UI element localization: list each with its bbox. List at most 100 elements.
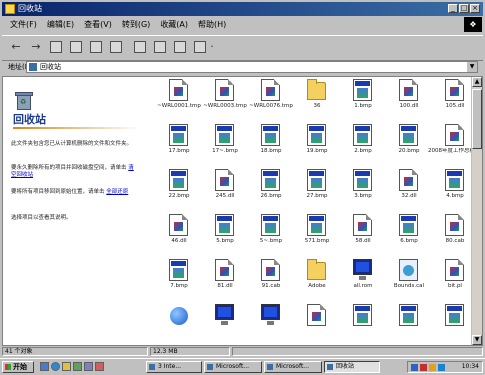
up-button[interactable] xyxy=(48,39,64,56)
pane-description: 此文件夹包含您已从计算机删除的文件和文件夹。 xyxy=(11,141,133,147)
bitmap-file-icon xyxy=(261,124,280,146)
close-button[interactable]: × xyxy=(470,4,480,13)
menu-view[interactable]: 查看(V) xyxy=(84,18,112,32)
address-field[interactable]: 回收站 ▼ xyxy=(26,61,478,73)
task-button-3[interactable]: Microsoft... xyxy=(264,361,322,373)
document-icon xyxy=(215,259,234,281)
scroll-up-button[interactable]: ▲ xyxy=(472,77,482,87)
document-icon xyxy=(399,169,418,191)
file-item[interactable] xyxy=(201,304,249,345)
status-size: 12.3 MB xyxy=(150,347,230,356)
bitmap-file-icon xyxy=(445,304,464,326)
pane-empty-text: 要永久删除所有的项目并回收磁盘空间，请单击 xyxy=(11,165,127,171)
tray-volume-icon[interactable] xyxy=(438,364,445,371)
folder-view: ♻ 回收站 此文件夹包含您已从计算机删除的文件和文件夹。 要永久删除所有的项目并… xyxy=(2,76,483,346)
minimize-button[interactable]: _ xyxy=(448,4,458,13)
file-item[interactable] xyxy=(293,304,341,345)
address-value: 回收站 xyxy=(40,63,61,71)
bitmap-file-icon xyxy=(353,169,372,191)
menu-edit[interactable]: 编辑(E) xyxy=(47,18,74,32)
menu-help[interactable]: 帮助(H) xyxy=(198,18,226,32)
views-button[interactable] xyxy=(192,39,208,56)
folder-icon xyxy=(307,259,326,280)
task-button-1[interactable]: 3 Inte... xyxy=(146,361,202,373)
back-button[interactable]: ← xyxy=(8,39,24,56)
bitmap-file-icon xyxy=(399,214,418,236)
bitmap-file-icon xyxy=(169,259,188,281)
views-dropdown[interactable]: · xyxy=(208,39,216,56)
task-button-recycle-bin[interactable]: 回收站 xyxy=(324,361,380,373)
bitmap-file-icon xyxy=(307,124,326,146)
bitmap-file-icon xyxy=(215,214,234,236)
bitmap-file-icon xyxy=(399,124,418,146)
bitmap-file-icon xyxy=(353,304,372,326)
document-icon xyxy=(169,79,188,101)
start-button[interactable]: 开始 xyxy=(2,361,34,373)
address-dropdown-button[interactable]: ▼ xyxy=(467,62,477,72)
bitmap-file-icon xyxy=(261,214,280,236)
paste-icon xyxy=(110,41,122,53)
delete-button[interactable] xyxy=(152,39,168,56)
undo-icon xyxy=(134,41,146,53)
recycle-bin-large-icon: ♻ xyxy=(13,89,35,111)
monitor-icon xyxy=(261,304,280,325)
quicklaunch-ie-icon[interactable] xyxy=(51,362,60,371)
globe-icon xyxy=(170,307,188,325)
tray-ime-icon[interactable] xyxy=(429,364,436,371)
file-item[interactable] xyxy=(155,304,203,345)
folder-icon xyxy=(307,79,326,100)
monitor-icon xyxy=(353,259,372,280)
bitmap-file-icon xyxy=(169,169,188,191)
tray-antivirus-icon[interactable] xyxy=(420,364,427,371)
properties-button[interactable] xyxy=(172,39,188,56)
quicklaunch-media-icon[interactable] xyxy=(84,362,93,371)
tray-network-icon[interactable] xyxy=(411,364,418,371)
recycle-bin-small-icon xyxy=(29,63,37,71)
pane-divider xyxy=(13,127,141,129)
document-icon xyxy=(399,79,418,101)
title-bar: 回收站 _ □ × xyxy=(2,2,483,16)
menu-favorites[interactable]: 收藏(A) xyxy=(160,18,188,32)
quicklaunch-app-icon[interactable] xyxy=(73,362,82,371)
copy-button[interactable] xyxy=(88,39,104,56)
tray-clock: 10:34 xyxy=(461,363,479,370)
paste-button[interactable] xyxy=(108,39,124,56)
restore-all-link[interactable]: 全部还原 xyxy=(106,189,128,195)
recycle-bin-icon xyxy=(5,4,15,14)
status-bar: 41 个对象 12.3 MB xyxy=(2,347,483,357)
forward-button[interactable]: → xyxy=(28,39,44,56)
file-item[interactable] xyxy=(385,304,433,345)
file-item[interactable] xyxy=(339,304,387,345)
menu-go[interactable]: 转到(G) xyxy=(122,18,150,32)
bitmap-file-icon xyxy=(399,304,418,326)
status-count: 41 个对象 xyxy=(2,347,148,356)
web-view-pane: ♻ 回收站 此文件夹包含您已从计算机删除的文件和文件夹。 要永久删除所有的项目并… xyxy=(3,77,145,345)
copy-icon xyxy=(90,41,102,53)
document-icon xyxy=(307,304,326,326)
bitmap-file-icon xyxy=(307,214,326,236)
task-button-2[interactable]: Microsoft... xyxy=(204,361,262,373)
system-tray: 10:34 xyxy=(407,361,483,373)
pane-restore-text: 要将所有项目移回到原始位置，请单击 xyxy=(11,189,105,195)
vertical-scrollbar[interactable]: ▲ ▼ xyxy=(471,77,482,345)
bitmap-file-icon xyxy=(353,79,372,101)
toolbar: ← → · xyxy=(2,35,483,61)
window-title: 回收站 xyxy=(18,4,42,13)
cut-icon xyxy=(70,41,82,53)
file-item[interactable] xyxy=(247,304,295,345)
forward-arrow-icon: → xyxy=(31,40,41,53)
pane-select-hint: 选择项目以查看其说明。 xyxy=(11,215,72,221)
views-icon xyxy=(194,41,206,53)
document-icon xyxy=(261,259,280,281)
quicklaunch-outlook-icon[interactable] xyxy=(62,362,71,371)
undo-button[interactable] xyxy=(132,39,148,56)
quicklaunch-desktop-icon[interactable] xyxy=(40,362,49,371)
menu-file[interactable]: 文件(F) xyxy=(10,18,37,32)
monitor-icon xyxy=(215,304,234,325)
windows-logo-icon: ❖ xyxy=(464,17,482,32)
cut-button[interactable] xyxy=(68,39,84,56)
maximize-button[interactable]: □ xyxy=(459,4,469,13)
quicklaunch-extra-icon[interactable] xyxy=(95,362,104,371)
scroll-down-button[interactable]: ▼ xyxy=(472,335,482,345)
scroll-thumb[interactable] xyxy=(472,89,482,149)
